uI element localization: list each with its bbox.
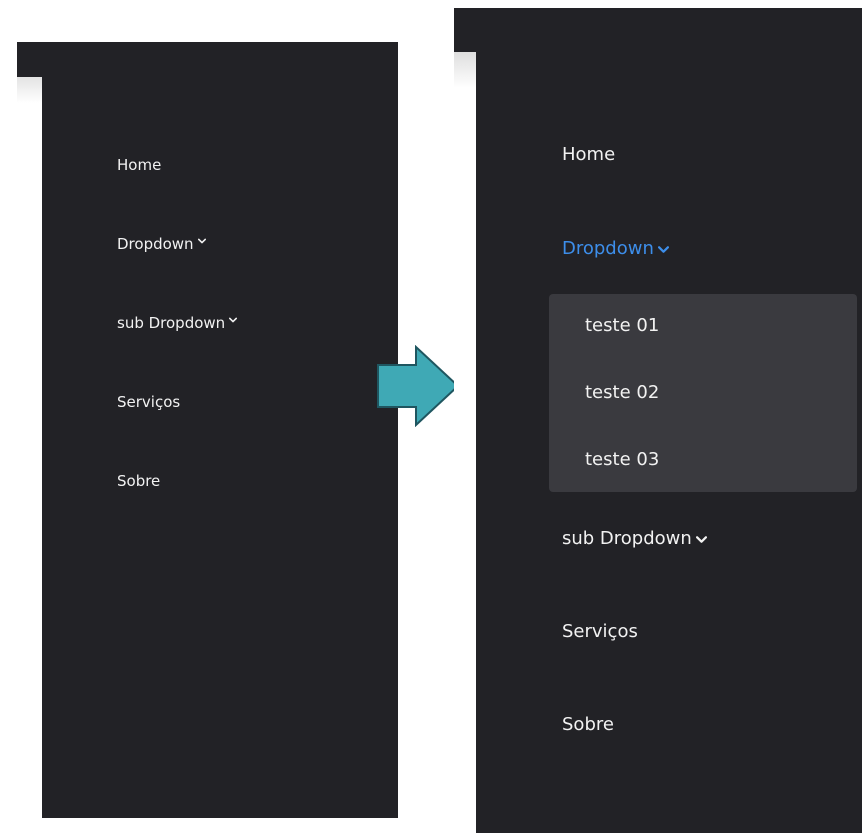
dropdown-item[interactable]: teste 01	[585, 314, 659, 338]
nav-item-label: sub Dropdown	[117, 314, 226, 332]
edge-shadow	[17, 77, 42, 103]
comparison-stage: Home Dropdown sub Dropdown Serviços Sobr…	[0, 0, 862, 833]
nav-item-label: sub Dropdown	[562, 528, 692, 549]
dropdown-item[interactable]: teste 02	[585, 381, 659, 405]
nav-item-label: Serviços	[117, 393, 181, 411]
nav-item-home[interactable]: Home	[562, 143, 615, 167]
nav-item-dropdown[interactable]: Dropdown	[117, 234, 237, 313]
white-edge	[17, 77, 42, 818]
nav-item-servicos[interactable]: Serviços	[562, 620, 638, 644]
nav-item-home[interactable]: Home	[117, 155, 237, 234]
chevron-down-icon	[695, 535, 707, 543]
nav-item-sub-dropdown[interactable]: sub Dropdown	[117, 313, 238, 392]
nav-item-label: Dropdown	[117, 235, 194, 253]
dropdown-item[interactable]: teste 03	[585, 448, 659, 472]
sidebar-after: Home Dropdown teste 01 teste 02 teste 03…	[454, 8, 862, 833]
edge-shadow	[454, 52, 476, 88]
nav-item-label: Serviços	[562, 621, 638, 642]
white-edge	[454, 52, 476, 833]
chevron-down-icon	[229, 317, 238, 323]
nav-item-label: Home	[562, 144, 616, 165]
nav-item-label: Sobre	[117, 472, 161, 490]
nav-item-sub-dropdown[interactable]: sub Dropdown	[562, 527, 707, 551]
sidebar-before: Home Dropdown sub Dropdown Serviços Sobr…	[17, 42, 398, 818]
chevron-down-icon	[197, 238, 206, 244]
nav-item-sobre[interactable]: Sobre	[117, 471, 237, 550]
nav-item-servicos[interactable]: Serviços	[117, 392, 237, 471]
nav-item-label: Sobre	[562, 714, 614, 735]
nav-item-label: Dropdown	[562, 238, 654, 259]
dropdown-menu: teste 01 teste 02 teste 03	[549, 294, 857, 492]
nav-item-sobre[interactable]: Sobre	[562, 713, 614, 737]
sidebar-menu-before: Home Dropdown sub Dropdown Serviços Sobr…	[117, 155, 238, 550]
nav-item-label: Home	[117, 156, 162, 174]
chevron-down-icon	[657, 245, 669, 253]
nav-item-dropdown[interactable]: Dropdown	[562, 237, 669, 261]
arrow-right-icon	[377, 345, 460, 427]
